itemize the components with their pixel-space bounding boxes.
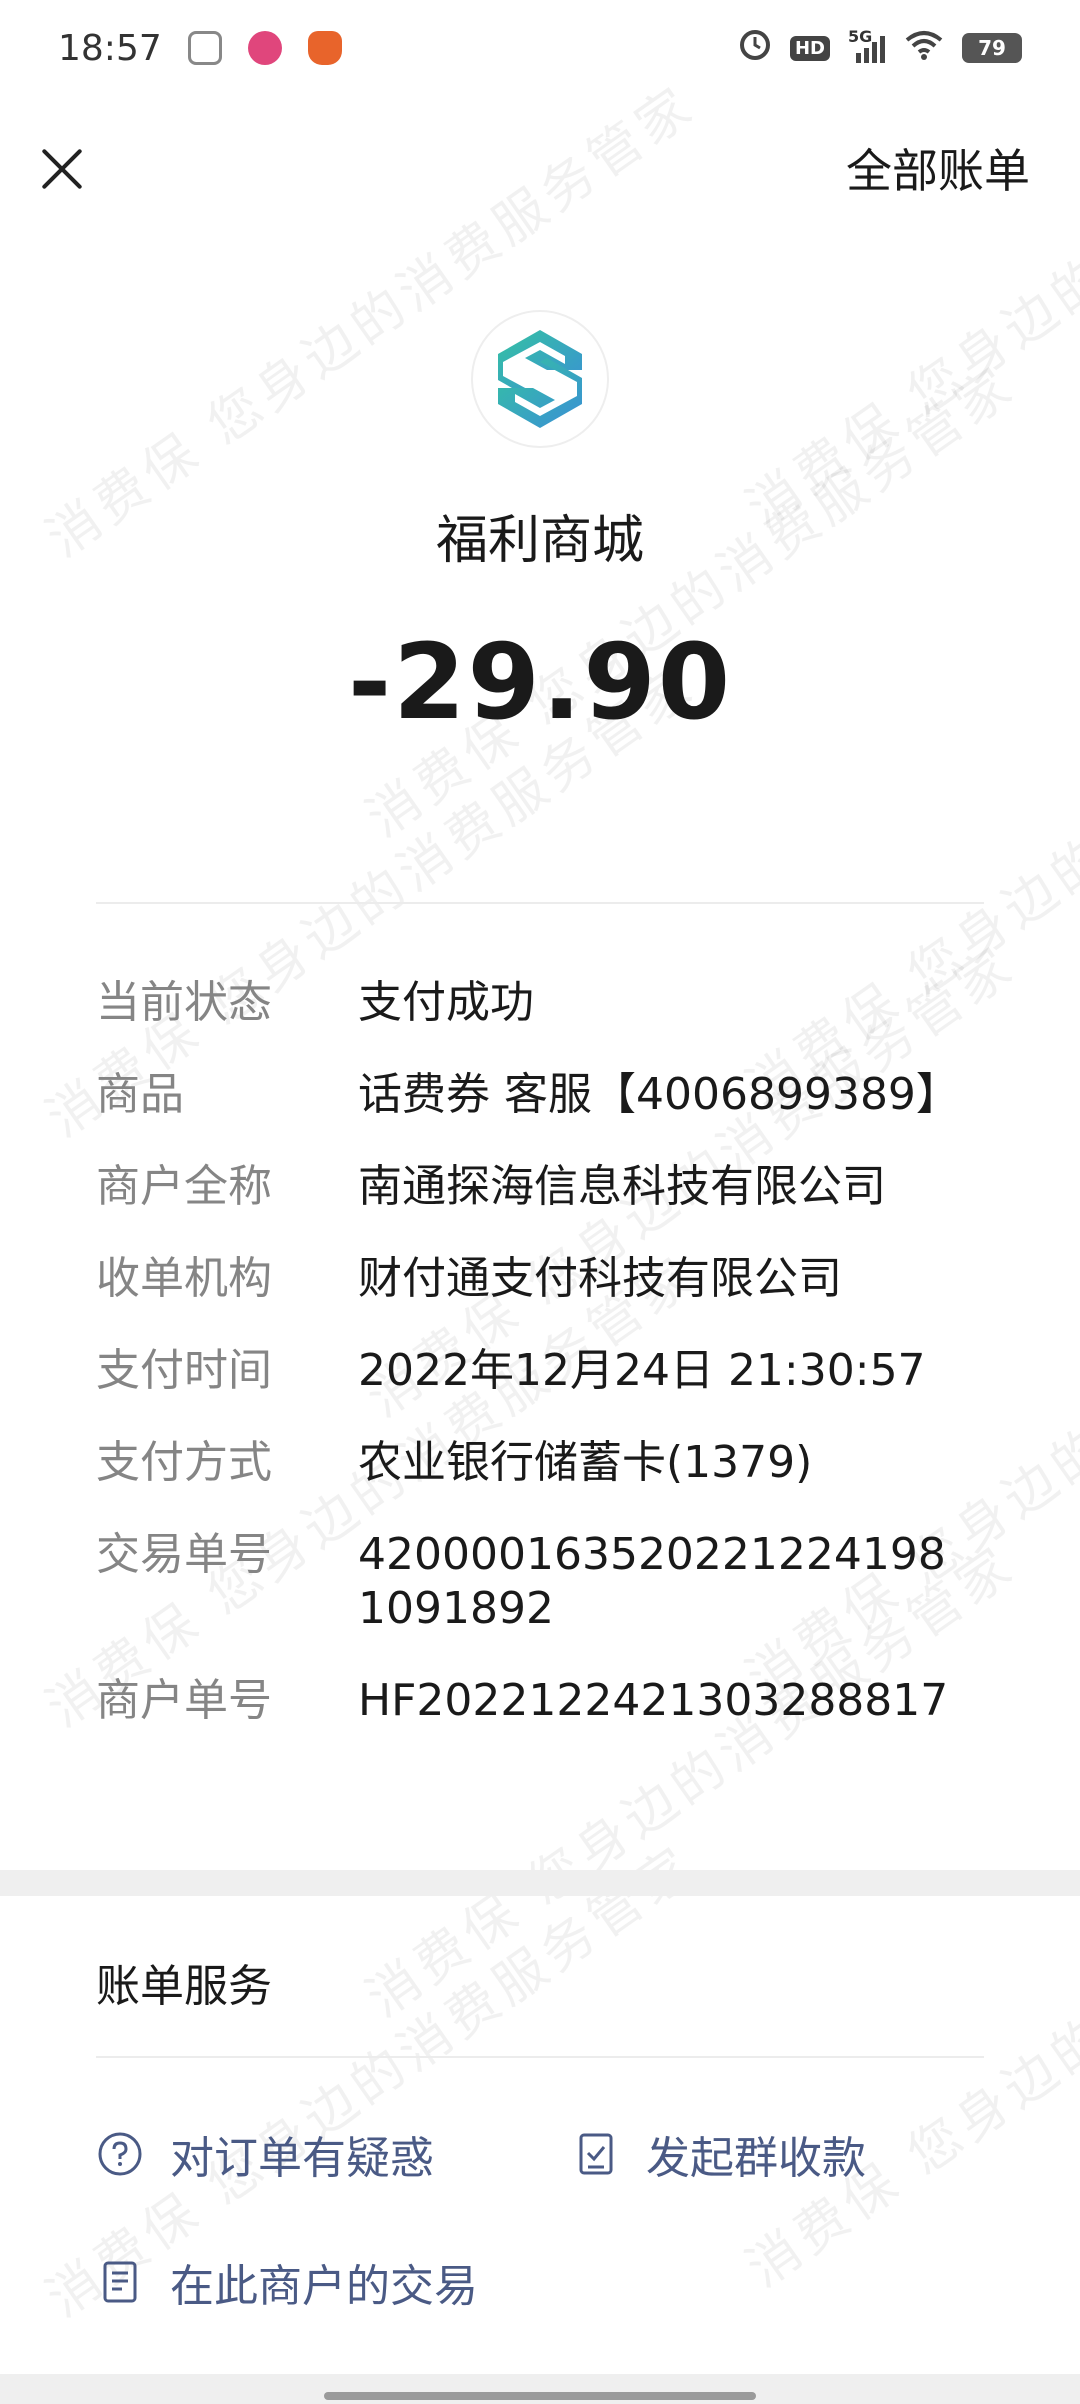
status-bar: 18:57 HD 5G 79 bbox=[0, 0, 1080, 96]
detail-row-merchant-order-id: 商户单号 HF2022122421303288817 bbox=[96, 1674, 996, 1728]
merchant-logo-icon bbox=[498, 330, 582, 428]
detail-row-product: 商品 话费券 客服【4006899389】 bbox=[96, 1068, 996, 1122]
top-nav: 全部账单 bbox=[0, 96, 1080, 240]
detail-label: 交易单号 bbox=[96, 1529, 272, 1580]
detail-label: 商品 bbox=[96, 1069, 184, 1120]
alarm-icon bbox=[738, 27, 772, 70]
detail-value: 话费券 客服【4006899389】 bbox=[358, 1069, 960, 1120]
detail-label: 商户单号 bbox=[96, 1675, 272, 1726]
detail-row-payment-time: 支付时间 2022年12月24日 21:30:57 bbox=[96, 1344, 996, 1398]
divider bbox=[96, 902, 984, 904]
detail-label: 商户全称 bbox=[96, 1161, 272, 1212]
home-indicator[interactable] bbox=[324, 2392, 756, 2400]
detail-value[interactable]: 4200001635202212241981091892 bbox=[358, 1528, 972, 1636]
detail-label: 支付时间 bbox=[96, 1345, 272, 1396]
detail-row-status: 当前状态 支付成功 bbox=[96, 976, 996, 1030]
merchant-logo bbox=[471, 310, 609, 448]
detail-value[interactable]: HF2022122421303288817 bbox=[358, 1674, 996, 1728]
detail-value: 财付通支付科技有限公司 bbox=[358, 1253, 842, 1304]
detail-label: 支付方式 bbox=[96, 1437, 272, 1488]
group-collect-button[interactable]: 发起群收款 bbox=[572, 2122, 866, 2186]
app-notification-icon bbox=[247, 31, 282, 65]
detail-row-merchant-fullname: 商户全称 南通探海信息科技有限公司 bbox=[96, 1160, 996, 1214]
detail-value: 支付成功 bbox=[358, 977, 534, 1028]
detail-value: 南通探海信息科技有限公司 bbox=[358, 1161, 886, 1212]
signal-icon: 5G bbox=[848, 27, 886, 63]
detail-label: 当前状态 bbox=[96, 977, 272, 1028]
merchant-name: 福利商城 bbox=[435, 511, 644, 571]
merchant-transactions-label: 在此商户的交易 bbox=[170, 2261, 478, 2312]
payment-summary: 福利商城 -29.90 bbox=[0, 310, 1080, 743]
group-collect-label: 发起群收款 bbox=[646, 2133, 866, 2184]
hd-icon: HD bbox=[789, 35, 830, 61]
question-circle-icon bbox=[96, 2130, 144, 2178]
wifi-icon bbox=[904, 28, 944, 69]
order-question-label: 对订单有疑惑 bbox=[170, 2133, 434, 2184]
detail-row-acquirer: 收单机构 财付通支付科技有限公司 bbox=[96, 1252, 996, 1306]
status-left: 18:57 bbox=[58, 28, 342, 69]
section-separator bbox=[0, 1870, 1080, 1896]
detail-label: 收单机构 bbox=[96, 1253, 272, 1304]
document-icon bbox=[96, 2258, 144, 2306]
app-notification-icon bbox=[307, 31, 342, 65]
payment-amount: -29.90 bbox=[347, 621, 733, 743]
detail-value: 农业银行储蓄卡(1379) bbox=[358, 1437, 813, 1488]
status-time: 18:57 bbox=[58, 27, 162, 69]
detail-value: 2022年12月24日 21:30:57 bbox=[358, 1345, 926, 1396]
app-notification-icon bbox=[187, 31, 222, 65]
divider bbox=[96, 2056, 984, 2058]
bill-services-title: 账单服务 bbox=[96, 1961, 272, 2012]
checklist-icon bbox=[572, 2130, 620, 2178]
transaction-details: 当前状态 支付成功 商品 话费券 客服【4006899389】 商户全称 南通探… bbox=[96, 976, 996, 1766]
status-right: HD 5G 79 bbox=[738, 27, 1022, 70]
detail-row-transaction-id: 交易单号 4200001635202212241981091892 bbox=[96, 1528, 996, 1636]
order-question-button[interactable]: 对订单有疑惑 bbox=[96, 2122, 434, 2186]
close-icon[interactable] bbox=[38, 144, 86, 192]
all-bills-button[interactable]: 全部账单 bbox=[846, 135, 1030, 201]
battery-icon: 79 bbox=[962, 33, 1022, 63]
merchant-transactions-button[interactable]: 在此商户的交易 bbox=[96, 2250, 478, 2314]
detail-row-payment-method: 支付方式 农业银行储蓄卡(1379) bbox=[96, 1436, 996, 1490]
network-type: 5G bbox=[848, 27, 873, 46]
